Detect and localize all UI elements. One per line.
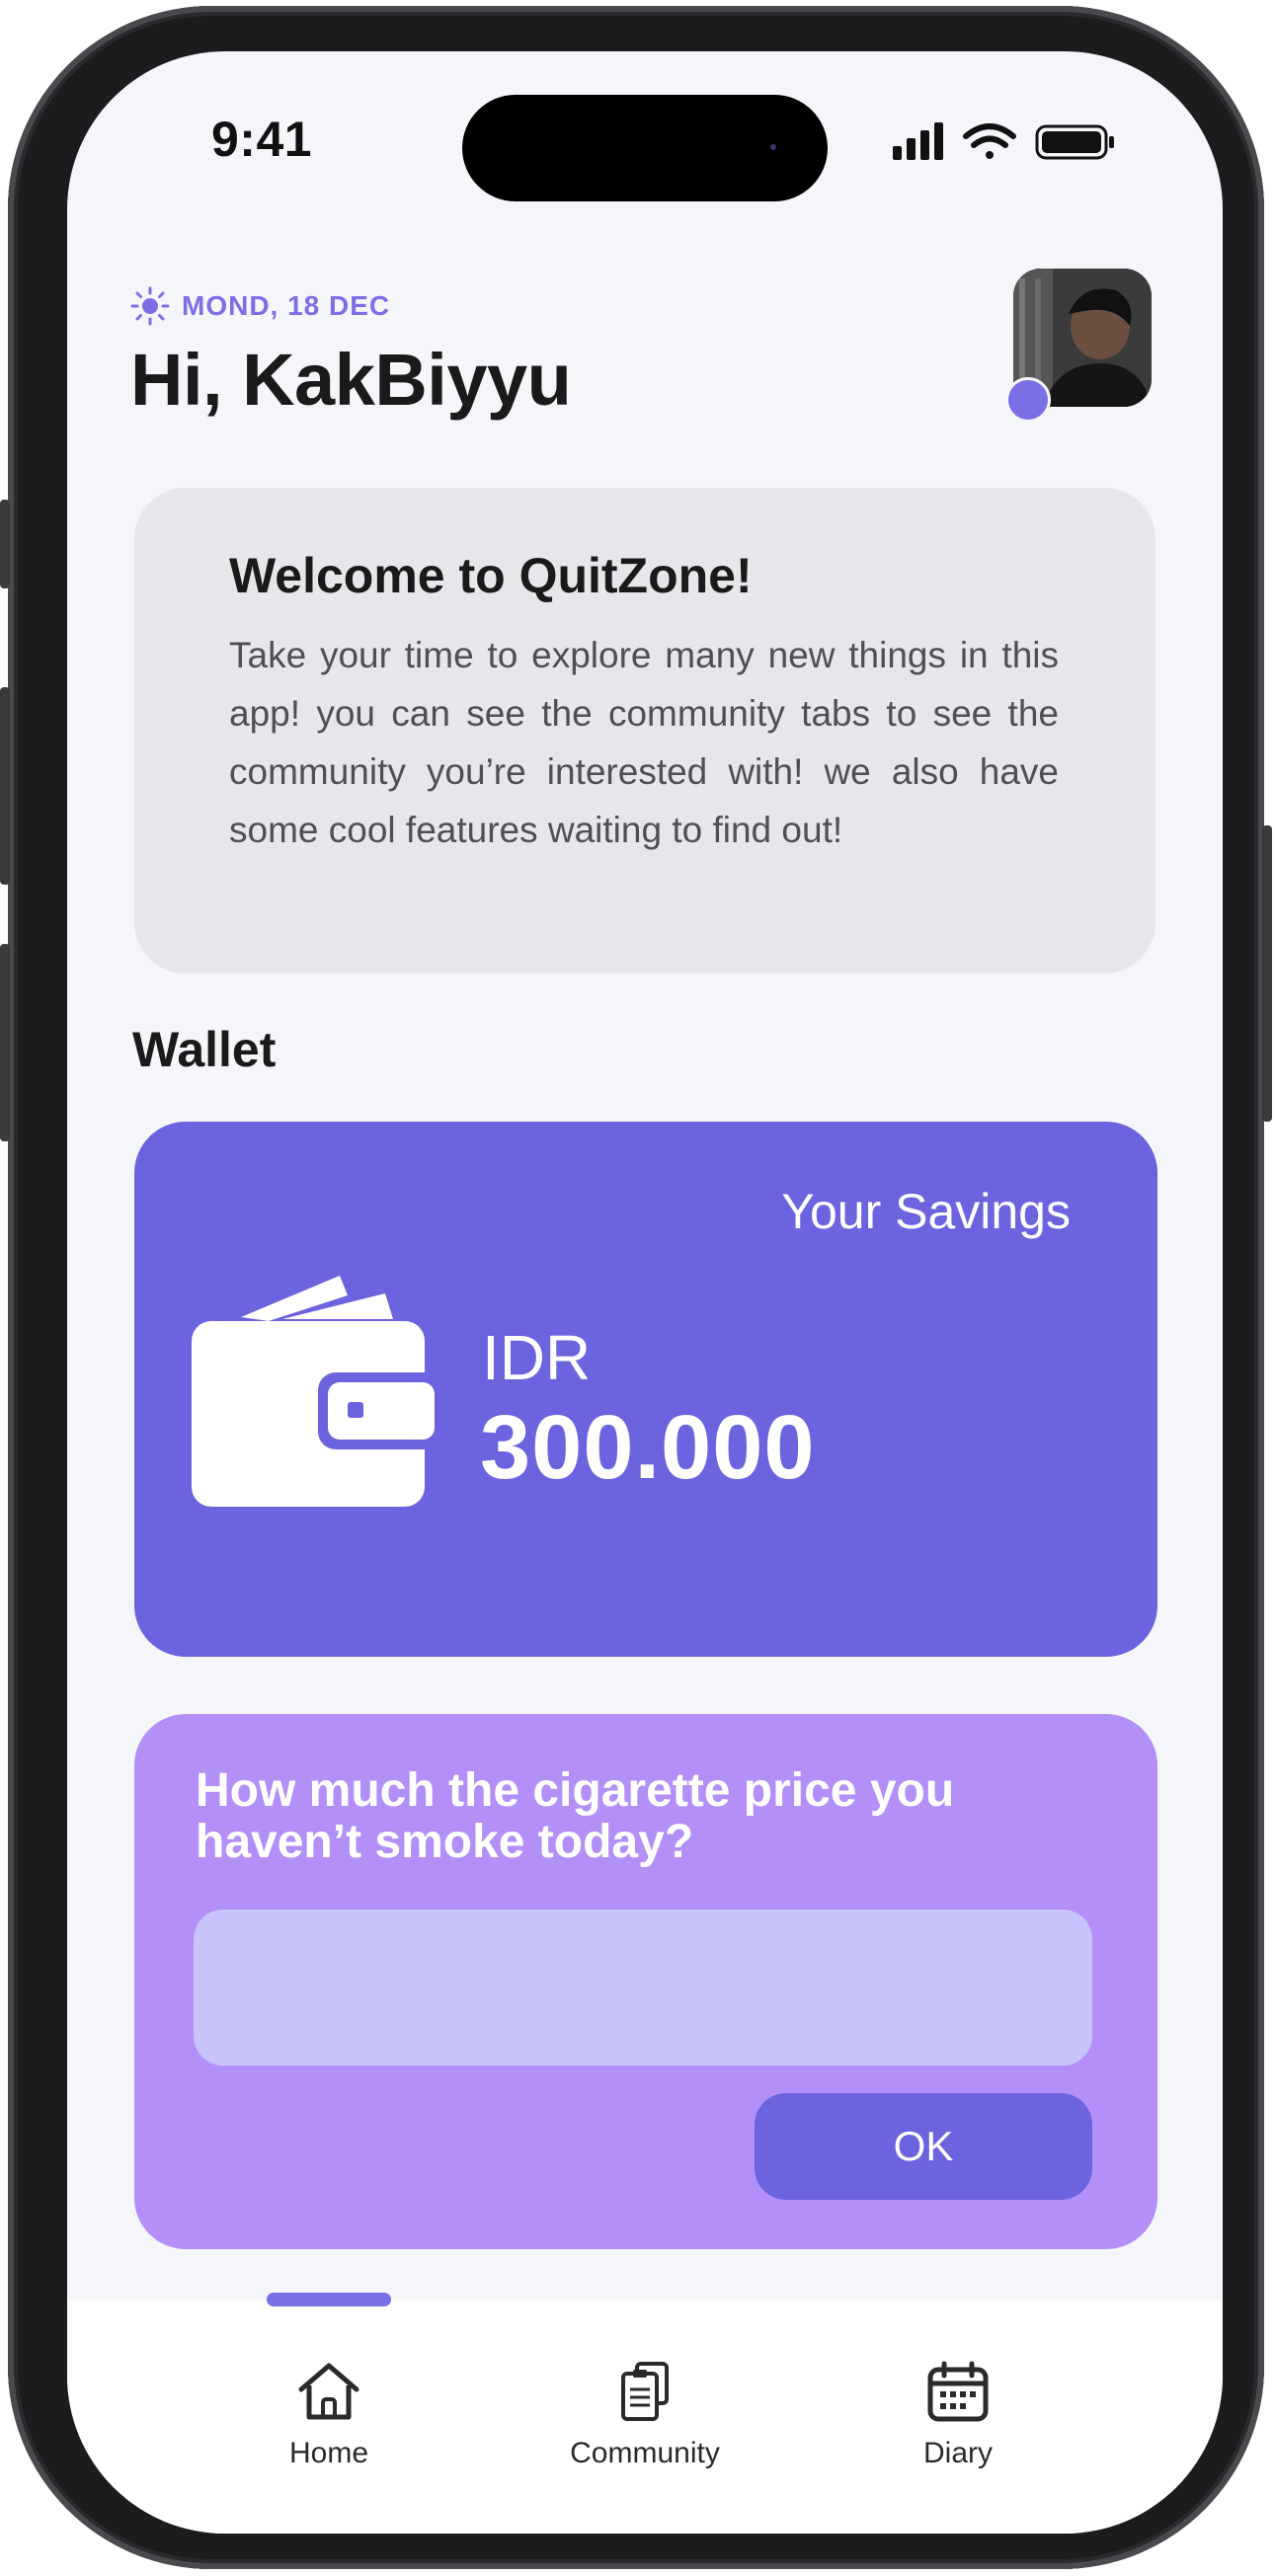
active-tab-indicator — [267, 2293, 391, 2306]
wifi-icon — [963, 123, 1016, 159]
wallet-section-title: Wallet — [132, 1022, 277, 1077]
date-label: MOND, 18 DEC — [182, 290, 391, 321]
welcome-card: Welcome to QuitZone! Take your time to e… — [134, 488, 1155, 974]
online-status-dot — [1005, 377, 1051, 423]
nav-item-home[interactable]: Home — [220, 2360, 438, 2470]
greeting-title: Hi, KakBiyyu — [130, 339, 572, 421]
signal-icon — [893, 122, 943, 160]
welcome-body: Take your time to explore many new thing… — [229, 635, 1059, 850]
camera-dot — [770, 144, 776, 150]
status-time: 9:41 — [211, 112, 313, 167]
sun-icon — [130, 286, 170, 326]
status-icons — [893, 122, 1114, 160]
bottom-nav: Home Community Diary — [67, 2293, 1223, 2534]
date-row: MOND, 18 DEC — [130, 286, 390, 326]
ok-button[interactable]: OK — [755, 2093, 1092, 2200]
volume-up-button — [0, 687, 10, 885]
nav-item-diary[interactable]: Diary — [849, 2360, 1067, 2470]
power-button — [1262, 825, 1272, 1122]
phone-frame: 9:41 MOND, 18 DEC Hi, KakBiyyu Welcome t… — [0, 6, 1272, 2569]
savings-amount: 300.000 — [480, 1397, 816, 1498]
price-input[interactable] — [194, 1910, 1092, 2066]
action-button — [0, 500, 10, 588]
welcome-title: Welcome to QuitZone! — [229, 548, 753, 603]
wallet-card: Your Savings IDR 300.000 — [134, 1122, 1157, 1657]
cigarette-price-card: How much the cigarette price you haven’t… — [134, 1714, 1157, 2249]
currency-label: IDR — [482, 1322, 592, 1393]
nav-item-community[interactable]: Community — [536, 2360, 754, 2470]
calendar-icon — [927, 2361, 989, 2422]
nav-label-diary: Diary — [922, 2437, 993, 2469]
savings-label: Your Savings — [781, 1184, 1071, 1239]
nav-label-home: Home — [288, 2437, 369, 2469]
community-icon — [621, 2362, 669, 2421]
volume-down-button — [0, 944, 10, 1141]
price-question: How much the cigarette price you haven’t… — [196, 1764, 955, 1868]
dynamic-island — [462, 95, 828, 201]
battery-icon — [1035, 124, 1114, 160]
app-screen: 9:41 MOND, 18 DEC Hi, KakBiyyu Welcome t… — [67, 51, 1223, 2534]
nav-label-community: Community — [570, 2437, 720, 2469]
wallet-icon — [192, 1276, 444, 1507]
home-icon — [298, 2363, 359, 2420]
